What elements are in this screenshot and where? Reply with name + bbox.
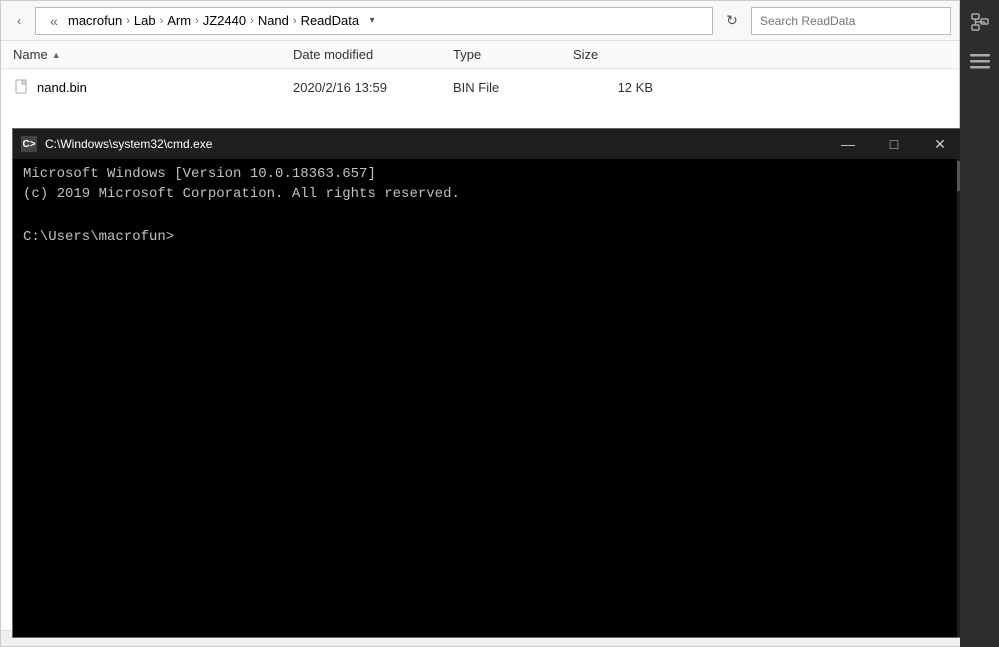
cmd-close-button[interactable]: ✕ bbox=[917, 129, 963, 159]
column-headers: Name ▲ Date modified Type Size bbox=[1, 41, 959, 69]
file-size: 12 KB bbox=[573, 80, 673, 95]
file-name: nand.bin bbox=[37, 80, 293, 95]
sidebar-network-icon[interactable] bbox=[962, 4, 998, 40]
table-row[interactable]: nand.bin 2020/2/16 13:59 BIN File 12 KB bbox=[13, 73, 947, 101]
cmd-titlebar: C> C:\Windows\system32\cmd.exe — □ ✕ bbox=[13, 129, 971, 159]
breadcrumb-path: « macrofun › Lab › Arm › JZ2440 › Nand ›… bbox=[35, 7, 713, 35]
cmd-title: C:\Windows\system32\cmd.exe bbox=[45, 137, 817, 151]
breadcrumb-nand[interactable]: Nand bbox=[258, 13, 289, 28]
cmd-line-3 bbox=[23, 204, 961, 224]
breadcrumb-macrofun[interactable]: macrofun bbox=[68, 13, 122, 28]
breadcrumb-arm[interactable]: Arm bbox=[167, 13, 191, 28]
breadcrumb-sep-2: › bbox=[160, 15, 164, 27]
cmd-window: C> C:\Windows\system32\cmd.exe — □ ✕ Mic… bbox=[12, 128, 972, 638]
breadcrumb-readdata[interactable]: ReadData bbox=[301, 13, 360, 28]
file-date: 2020/2/16 13:59 bbox=[293, 80, 453, 95]
sort-arrow-icon: ▲ bbox=[52, 50, 61, 60]
sidebar-menu-icon[interactable] bbox=[962, 44, 998, 80]
back-button[interactable]: ‹ bbox=[9, 11, 29, 31]
refresh-button[interactable]: ↻ bbox=[719, 8, 745, 34]
col-header-date[interactable]: Date modified bbox=[293, 47, 453, 62]
file-list: nand.bin 2020/2/16 13:59 BIN File 12 KB bbox=[1, 69, 959, 105]
breadcrumb-sep-3: › bbox=[195, 15, 199, 27]
cmd-line-2: (c) 2019 Microsoft Corporation. All righ… bbox=[23, 185, 961, 205]
cmd-window-buttons: — □ ✕ bbox=[825, 129, 963, 159]
col-header-name[interactable]: Name ▲ bbox=[13, 47, 293, 62]
col-header-type[interactable]: Type bbox=[453, 47, 573, 62]
cmd-line-1: Microsoft Windows [Version 10.0.18363.65… bbox=[23, 165, 961, 185]
col-header-size[interactable]: Size bbox=[573, 47, 673, 62]
cmd-icon: C> bbox=[21, 136, 37, 152]
cmd-prompt: C:\Users\macrofun> bbox=[23, 228, 961, 248]
breadcrumb-jz2440[interactable]: JZ2440 bbox=[203, 13, 246, 28]
cmd-maximize-button[interactable]: □ bbox=[871, 129, 917, 159]
file-type: BIN File bbox=[453, 80, 573, 95]
breadcrumb-sep-1: › bbox=[126, 15, 130, 27]
search-input[interactable] bbox=[751, 7, 951, 35]
cmd-body[interactable]: Microsoft Windows [Version 10.0.18363.65… bbox=[13, 159, 971, 637]
address-bar: ‹ « macrofun › Lab › Arm › JZ2440 › Nand… bbox=[1, 1, 959, 41]
breadcrumb-lab[interactable]: Lab bbox=[134, 13, 156, 28]
breadcrumb-sep-4: › bbox=[250, 15, 254, 27]
right-sidebar bbox=[960, 0, 999, 647]
breadcrumb-sep-5: › bbox=[293, 15, 297, 27]
file-icon bbox=[13, 78, 31, 96]
breadcrumb-dropdown-arrow[interactable]: ▾ bbox=[363, 8, 381, 34]
breadcrumb-collapse-icon[interactable]: « bbox=[44, 11, 64, 31]
cmd-minimize-button[interactable]: — bbox=[825, 129, 871, 159]
